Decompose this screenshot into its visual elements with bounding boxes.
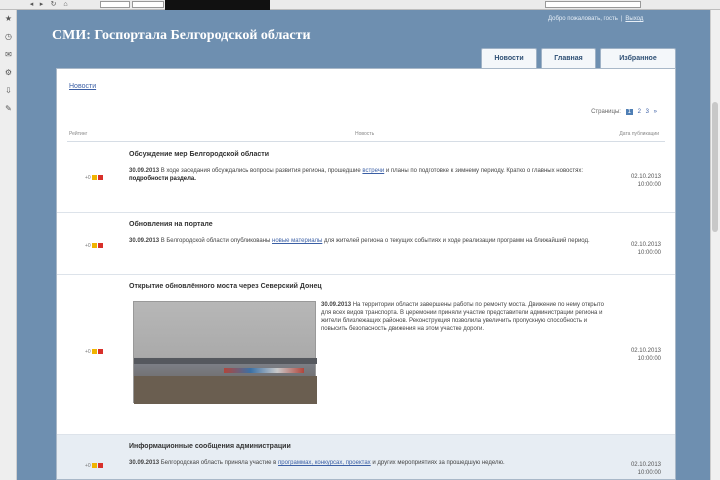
pager-next[interactable]: » [654, 109, 657, 115]
publish-date-time: 10:00:00 [637, 250, 661, 256]
breadcrumb[interactable]: Новости [69, 83, 96, 90]
news-date-inline: 30.09.2013 [321, 302, 352, 308]
publish-date-day: 02.10.2013 [630, 174, 661, 180]
content-panel: Новости Страницы: 1 2 3 » Рейтинг Новост… [56, 68, 676, 480]
photo-shore [134, 376, 317, 404]
vote-up-icon[interactable] [91, 463, 97, 469]
news-text-a: Белгородская область приняла участие в [159, 460, 279, 466]
rating-value: +0 [85, 175, 91, 181]
tab-favorites[interactable]: Избранное [600, 48, 676, 68]
publish-date-day: 02.10.2013 [630, 242, 661, 248]
pager-page[interactable]: 1 [625, 109, 633, 115]
news-text: 30.09.2013 Белгородская область приняла … [129, 459, 599, 467]
column-header-rating: Рейтинг [69, 131, 88, 137]
rating-widget: +0 [85, 243, 103, 249]
news-text-b: и других мероприятиях за прошедшую недел… [370, 460, 505, 466]
rating-value: +0 [85, 463, 91, 469]
home-icon[interactable]: ⌂ [62, 1, 69, 8]
table-row: Открытие обновлённого моста через Северс… [57, 275, 675, 435]
news-bold: подробности раздела. [129, 176, 196, 182]
browser-toolbar: ◂ ▸ ↻ ⌂ [0, 0, 720, 10]
redacted-block [165, 0, 270, 10]
welcome-text: Добро пожаловать, гость [548, 16, 618, 22]
news-link[interactable]: программах, конкурсах, проектах [278, 460, 371, 466]
news-text-b: для жителей региона о текущих событиях и… [322, 238, 590, 244]
history-icon[interactable]: ◷ [4, 32, 13, 41]
vote-down-icon[interactable] [97, 463, 103, 469]
browser-sidebar: ★ ◷ ✉ ⚙ ⇩ ✎ [0, 10, 17, 480]
pager-page[interactable]: 2 [638, 109, 641, 115]
news-text: 30.09.2013 В ходе заседания обсуждались … [129, 167, 599, 183]
back-icon[interactable]: ◂ [28, 1, 35, 8]
publish-date-day: 02.10.2013 [630, 462, 661, 468]
publish-date: 02.10.2013 10:00:00 [631, 241, 661, 257]
logout-link[interactable]: Выход [625, 16, 643, 22]
rating-widget: +0 [85, 349, 103, 355]
column-header-date: Дата публикации [619, 131, 659, 137]
news-date-inline: 30.09.2013 [129, 460, 160, 466]
site-title: СМИ: Госпортала Белгородской области [52, 28, 311, 43]
pager: Страницы: 1 2 3 » [591, 109, 657, 115]
notes-icon[interactable]: ✎ [4, 104, 13, 113]
news-title[interactable]: Открытие обновлённого моста через Северс… [129, 283, 322, 290]
news-text-a: В Белгородской области опубликованы [159, 238, 272, 244]
vote-up-icon[interactable] [91, 175, 97, 181]
rating-widget: +0 [85, 463, 103, 469]
news-date-inline: 30.09.2013 [129, 238, 160, 244]
reload-icon[interactable]: ↻ [50, 1, 57, 8]
mail-icon[interactable]: ✉ [4, 50, 13, 59]
pager-label: Страницы: [591, 109, 621, 115]
scroll-thumb[interactable] [712, 102, 718, 232]
photo-bridge [134, 358, 317, 364]
tab-news[interactable]: Новости [481, 48, 537, 68]
vote-down-icon[interactable] [97, 175, 103, 181]
news-text-a: На территории области завершены работы п… [321, 302, 604, 332]
table-row: Обсуждение мер Белгородской области 30.0… [57, 143, 675, 213]
bookmark-icon[interactable]: ★ [4, 14, 13, 23]
address-field[interactable] [132, 1, 164, 8]
news-link[interactable]: новые материалы [272, 238, 322, 244]
tab-main[interactable]: Главная [541, 48, 596, 68]
photo-boats [224, 368, 304, 373]
news-title[interactable]: Обновления на портале [129, 221, 213, 228]
news-text-b: и планы по подготовке к зимнему периоду.… [384, 168, 584, 174]
url-input[interactable] [100, 1, 130, 8]
rating-value: +0 [85, 243, 91, 249]
rating-value: +0 [85, 349, 91, 355]
news-text-a: В ходе заседания обсуждались вопросы раз… [159, 168, 363, 174]
publish-date: 02.10.2013 10:00:00 [631, 173, 661, 189]
news-link[interactable]: встречи [362, 168, 384, 174]
publish-date-time: 10:00:00 [637, 356, 661, 362]
table-row: Информационные сообщения администрации 3… [57, 435, 675, 479]
top-links: Добро пожаловать, гость | Выход [548, 16, 644, 22]
news-text: 30.09.2013 В Белгородской области опубли… [129, 237, 599, 245]
page-scrollbar[interactable] [710, 10, 720, 480]
publish-date-day: 02.10.2013 [630, 348, 661, 354]
news-title[interactable]: Обсуждение мер Белгородской области [129, 151, 269, 158]
settings-icon[interactable]: ⚙ [4, 68, 13, 77]
search-input[interactable] [545, 1, 641, 8]
news-photo[interactable] [133, 301, 317, 404]
vote-up-icon[interactable] [91, 243, 97, 249]
news-title[interactable]: Информационные сообщения администрации [129, 443, 291, 450]
forward-icon[interactable]: ▸ [38, 1, 45, 8]
news-text: 30.09.2013 На территории области заверше… [321, 301, 609, 333]
publish-date: 02.10.2013 10:00:00 [631, 461, 661, 477]
downloads-icon[interactable]: ⇩ [4, 86, 13, 95]
rating-widget: +0 [85, 175, 103, 181]
news-date-inline: 30.09.2013 [129, 168, 160, 174]
table-row: Обновления на портале 30.09.2013 В Белго… [57, 213, 675, 275]
pager-page[interactable]: 3 [646, 109, 649, 115]
vote-down-icon[interactable] [97, 349, 103, 355]
publish-date: 02.10.2013 10:00:00 [631, 347, 661, 363]
vote-down-icon[interactable] [97, 243, 103, 249]
column-header-news: Новость [355, 131, 375, 137]
header-divider [67, 141, 665, 142]
publish-date-time: 10:00:00 [637, 470, 661, 476]
vote-up-icon[interactable] [91, 349, 97, 355]
publish-date-time: 10:00:00 [637, 182, 661, 188]
